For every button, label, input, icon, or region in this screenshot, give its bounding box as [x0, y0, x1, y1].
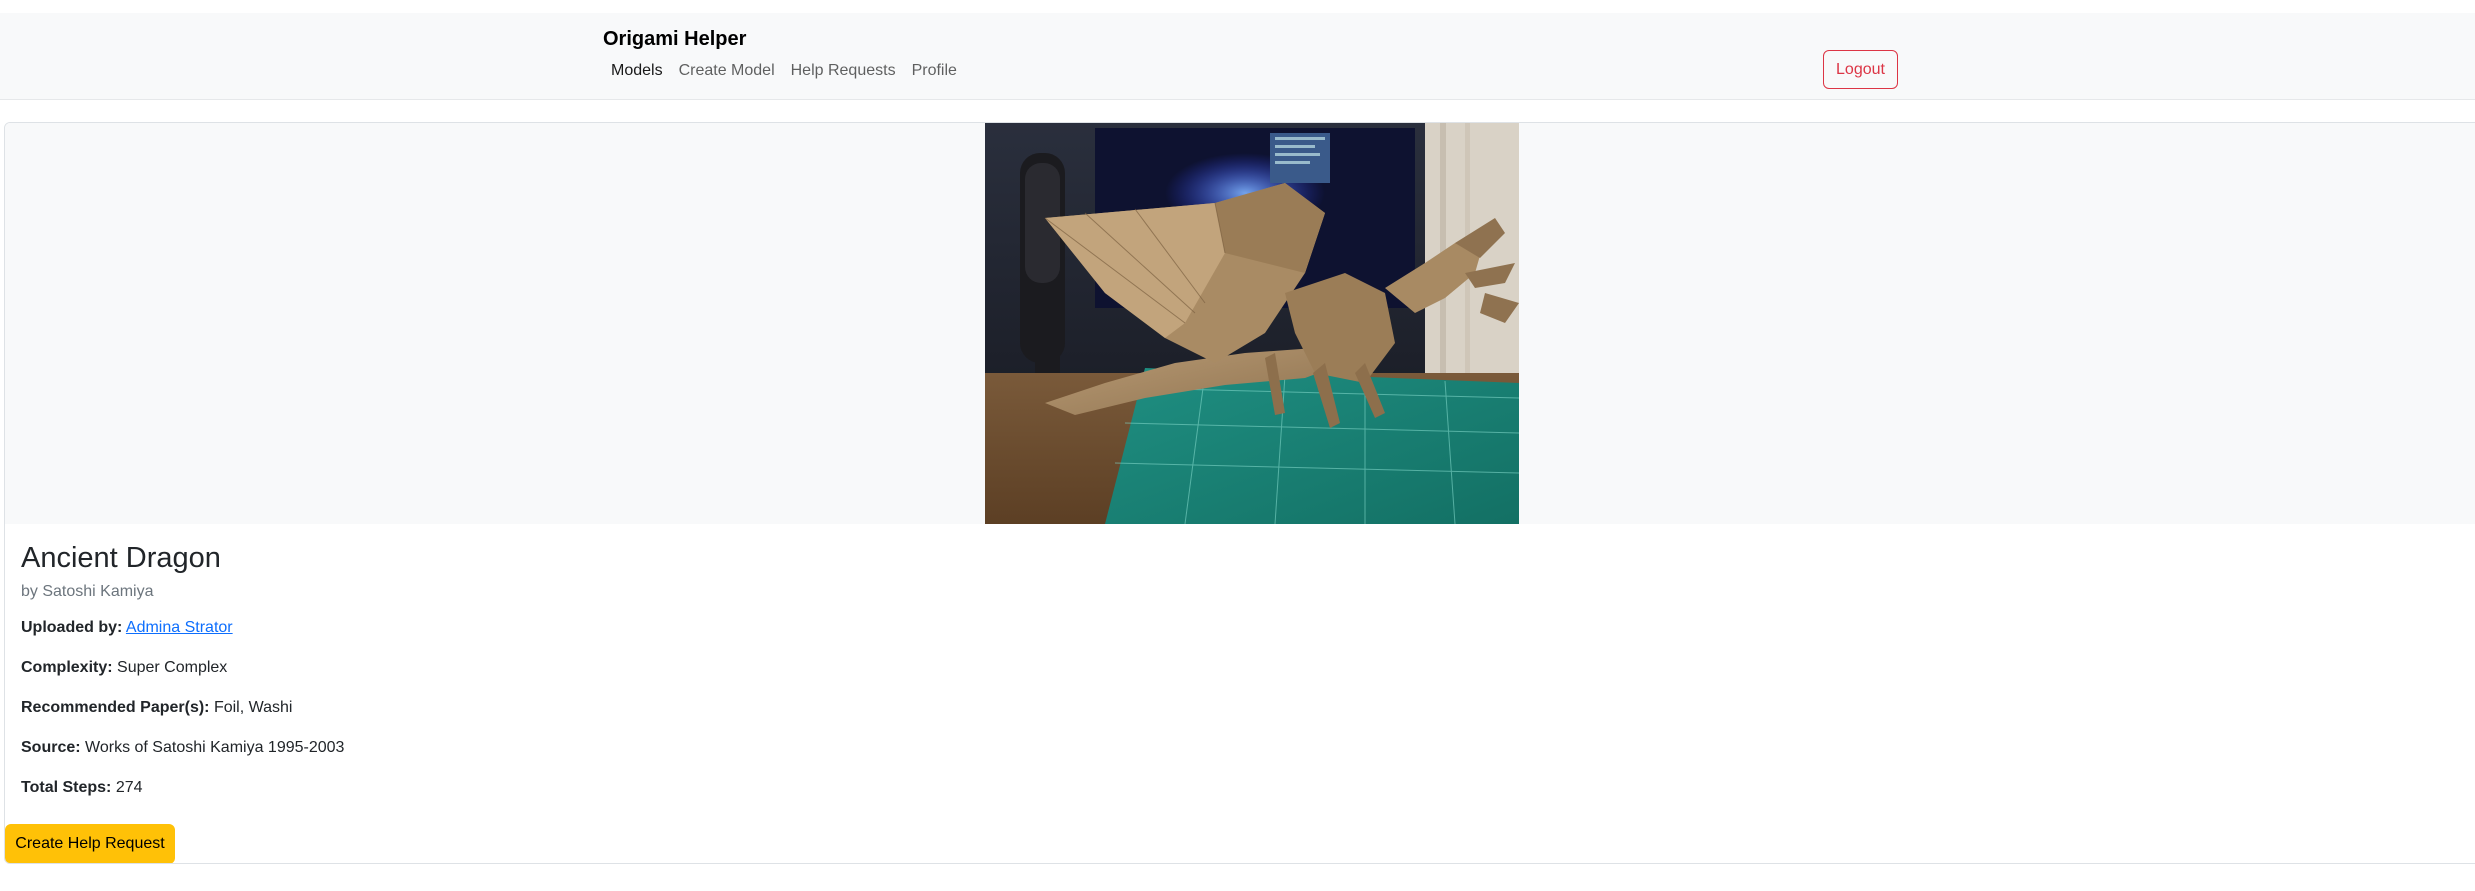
complexity-value: Super Complex [117, 659, 228, 676]
complexity-row: Complexity: Super Complex [21, 656, 227, 680]
paper-label: Recommended Paper(s): [21, 699, 210, 716]
model-title: Ancient Dragon [21, 542, 221, 574]
nav-link-models[interactable]: Models [603, 59, 671, 83]
uploaded-by-label: Uploaded by: [21, 619, 123, 636]
paper-row: Recommended Paper(s): Foil, Washi [21, 696, 292, 720]
model-image-area [5, 123, 2475, 524]
nav-link-create-model[interactable]: Create Model [671, 59, 783, 83]
nav-link-profile[interactable]: Profile [904, 59, 965, 83]
navbar: Origami Helper Models Create Model Help … [0, 13, 2475, 100]
paper-value: Foil, Washi [213, 699, 293, 716]
nav-link-help-requests[interactable]: Help Requests [783, 59, 904, 83]
complexity-label: Complexity: [21, 659, 113, 676]
nav-links: Models Create Model Help Requests Profil… [603, 59, 965, 83]
logout-button[interactable]: Logout [1823, 50, 1898, 89]
model-photo [985, 123, 1519, 524]
source-row: Source: Works of Satoshi Kamiya 1995-200… [21, 736, 344, 760]
model-author: by Satoshi Kamiya [21, 583, 154, 600]
total-steps-value: 274 [115, 779, 143, 796]
brand-title[interactable]: Origami Helper [603, 24, 746, 54]
total-steps-row: Total Steps: 274 [21, 776, 143, 800]
uploader-link[interactable]: Admina Strator [126, 619, 233, 636]
total-steps-label: Total Steps: [21, 779, 112, 796]
model-details: Ancient Dragon by Satoshi Kamiya Uploade… [21, 538, 1221, 796]
source-value: Works of Satoshi Kamiya 1995-2003 [85, 739, 345, 756]
create-help-request-button[interactable]: Create Help Request [5, 824, 175, 863]
uploaded-by-row: Uploaded by: Admina Strator [21, 616, 233, 640]
model-card: Ancient Dragon by Satoshi Kamiya Uploade… [4, 122, 2475, 864]
source-label: Source: [21, 739, 81, 756]
